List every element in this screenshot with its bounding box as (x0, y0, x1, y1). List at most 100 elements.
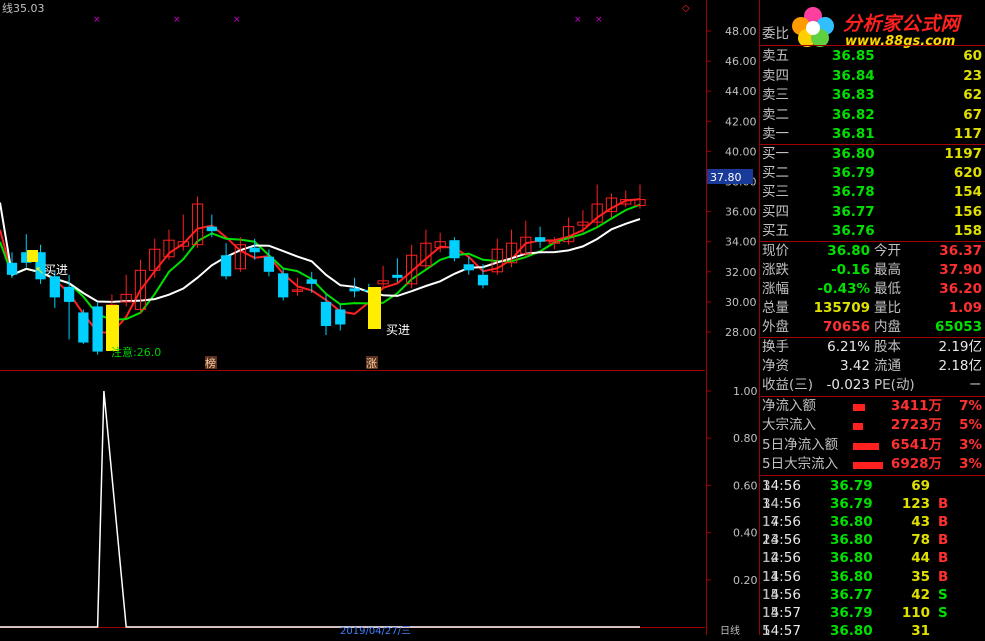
candle-body (278, 273, 289, 298)
fin-row[interactable]: 净资 3.42 流通 2.18亿 (760, 357, 985, 376)
period-label[interactable]: 日线 (720, 624, 740, 635)
candle-body (6, 262, 18, 275)
candle-body (392, 274, 403, 278)
candle-body (78, 312, 89, 343)
ask-price: 36.81 (832, 126, 875, 143)
stat-label: 现价 (762, 243, 789, 259)
stat-row[interactable]: 总量 135709 量比 1.09 (760, 299, 985, 318)
candle-body (92, 306, 103, 352)
fin-row[interactable]: 换手 6.21% 股本 2.19亿 (760, 338, 985, 357)
flow-bar (853, 442, 879, 450)
bid-row[interactable]: 买四 36.77 156 (760, 203, 985, 222)
stat-label: 涨幅 (762, 281, 789, 297)
bid-volume: 154 (953, 184, 982, 201)
fin-value: -0.023 (826, 377, 870, 393)
fin-value-2: － (968, 377, 983, 393)
bid-price: 36.76 (832, 222, 875, 239)
flow-row[interactable]: 大宗流入 2723万 5% (760, 416, 985, 435)
stat-label-2: 今开 (874, 243, 901, 259)
indicator-tick-label: 1.00 (733, 385, 758, 398)
ask-label: 卖五 (762, 48, 789, 64)
stat-label-2: 量比 (874, 300, 901, 316)
trade-count: 17 (762, 514, 780, 531)
bid-label: 买二 (762, 165, 789, 182)
candle-body (463, 264, 474, 271)
ask-label: 卖一 (762, 126, 789, 143)
indicator-tick-label: 0.60 (733, 479, 758, 492)
flow-label: 净流入额 (762, 398, 816, 414)
bid-label: 买四 (762, 203, 789, 220)
quote-panel: 委比 卖五 36.85 60 卖四 36.84 23 卖三 36.83 62 卖二 36.82 67 卖… (759, 0, 985, 639)
flow-bar (853, 423, 863, 431)
fin-label-2: 股本 (874, 339, 901, 355)
bid-row[interactable]: 买一 36.80 1197 (760, 145, 985, 164)
stat-label-2: 最低 (874, 281, 901, 297)
trade-row[interactable]: 14:57 36.80 31 5 (760, 622, 985, 641)
price-tick-label: 28.00 (725, 326, 757, 339)
fin-value-2: 2.19亿 (938, 339, 982, 355)
wei-bi-row: 委比 (760, 25, 985, 44)
bid-row[interactable]: 买二 36.79 620 (760, 164, 985, 183)
fin-value-2: 2.18亿 (938, 358, 982, 374)
stat-value-2: 36.20 (939, 281, 982, 297)
stat-value: -0.43% (817, 281, 870, 297)
flow-pct: 5% (959, 417, 982, 434)
ask-row[interactable]: 卖一 36.81 117 (760, 125, 985, 144)
ask-volume: 117 (953, 126, 982, 143)
bid-label: 买一 (762, 146, 789, 162)
fin-value: 6.21% (827, 339, 870, 355)
bid-row[interactable]: 买三 36.78 154 (760, 183, 985, 202)
stat-label: 总量 (762, 300, 789, 316)
ask-price: 36.84 (832, 67, 875, 84)
flow-amount: 6541万 (890, 436, 942, 453)
trade-row[interactable]: 14:56 36.80 78 B 23 (760, 531, 985, 550)
flow-row[interactable]: 净流入额 3411万 7% (760, 397, 985, 416)
stat-row[interactable]: 涨幅 -0.43% 最低 36.20 (760, 280, 985, 299)
ask-price: 36.82 (832, 106, 875, 123)
bid-volume: 158 (953, 222, 982, 239)
stat-row[interactable]: 外盘 70656 内盘 65053 (760, 318, 985, 337)
stat-row[interactable]: 现价 36.80 今开 36.37 (760, 242, 985, 261)
chart-title-prefix: 线 (2, 1, 13, 15)
x-marker-icon: × (173, 15, 181, 25)
bid-label: 买五 (762, 222, 789, 239)
price-tick-label: 34.00 (725, 236, 757, 249)
candle-body (477, 274, 489, 286)
stat-label-2: 最高 (874, 262, 901, 278)
flow-bar (853, 404, 865, 411)
candles (6, 184, 646, 355)
price-tick-label: 36.00 (725, 206, 757, 219)
candle-body (249, 247, 260, 253)
ask-row[interactable]: 卖二 36.82 67 (760, 106, 985, 125)
trade-row[interactable]: 14:56 36.80 43 B 17 (760, 513, 985, 532)
trade-row[interactable]: 14:57 36.79 110 S 15 (760, 604, 985, 623)
stat-value-2: 65053 (935, 319, 982, 335)
ask-row[interactable]: 卖三 36.83 62 (760, 86, 985, 105)
fin-label-2: 流通 (874, 358, 901, 374)
flow-label: 大宗流入 (762, 417, 816, 434)
stat-row[interactable]: 涨跌 -0.16 最高 37.90 (760, 261, 985, 280)
indicator-tick-label: 0.20 (733, 574, 758, 587)
x-marker-icon: × (233, 15, 241, 25)
fin-row[interactable]: 收益(三) -0.023 PE(动) － (760, 376, 985, 395)
trade-row[interactable]: 14:56 36.80 35 B 11 (760, 568, 985, 587)
trade-row[interactable]: 14:56 36.77 42 S 15 (760, 586, 985, 605)
bid-row[interactable]: 买五 36.76 158 (760, 222, 985, 241)
bid-volume: 1197 (944, 146, 982, 162)
ask-volume: 67 (963, 106, 982, 123)
ask-row[interactable]: 卖四 36.84 23 (760, 67, 985, 86)
trade-count: 34 (762, 496, 780, 513)
ask-price: 36.85 (832, 48, 875, 64)
trade-row[interactable]: 14:56 36.79 69 3 (760, 477, 985, 496)
kline-chart[interactable]: 线 35.03 ◇ × × × × × 48.00 46.00 44.00 42.00 40.0… (0, 0, 760, 635)
badge-bang[interactable]: 榜 (205, 356, 216, 370)
ask-row[interactable]: 卖五 36.85 60 (760, 47, 985, 66)
fin-label: 收益(三) (762, 377, 814, 393)
current-price-tag: 37.80 (710, 171, 742, 184)
trade-row[interactable]: 14:56 36.80 44 B 12 (760, 549, 985, 568)
diamond-icon[interactable]: ◇ (682, 3, 690, 14)
bid-price: 36.80 (832, 146, 875, 162)
badge-zhang[interactable]: 涨 (366, 357, 377, 370)
trade-row[interactable]: 14:56 36.79 123 B 34 (760, 495, 985, 514)
trade-count: 23 (762, 532, 780, 549)
